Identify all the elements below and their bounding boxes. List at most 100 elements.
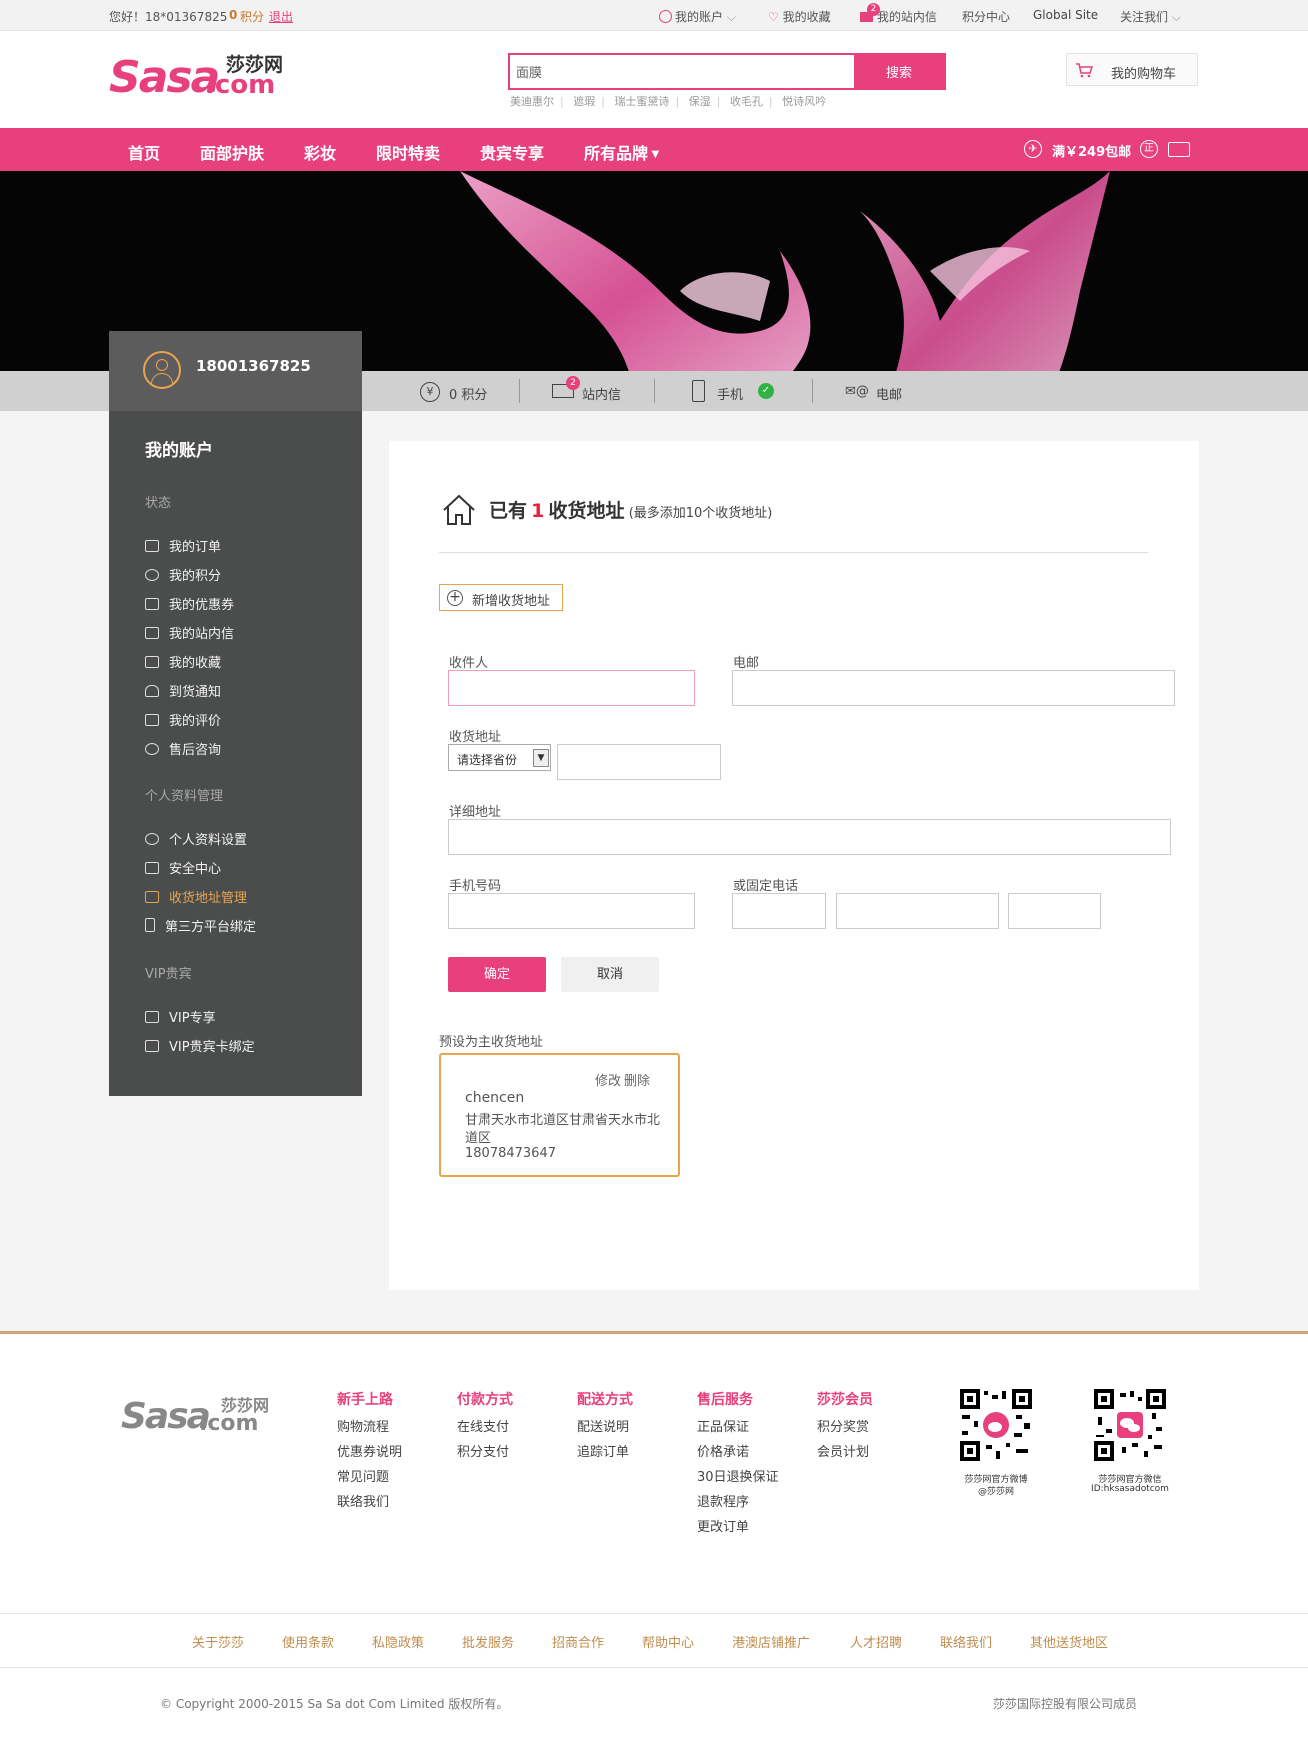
footer-link[interactable]: 价格承诺 (697, 1441, 749, 1460)
sidebar-item-label: 个人资料设置 (169, 833, 248, 848)
divider: | (675, 95, 680, 108)
sidebar-item-vip-exclusive[interactable]: VIP专享 (145, 1007, 216, 1026)
sidebar-item-arrival-notice[interactable]: 到货通知 (145, 681, 221, 700)
account-sidebar: 18001367825 我的账户 状态 我的订单 我的积分 我的优惠券 我的站内… (109, 331, 362, 1096)
bottom-link[interactable]: 联络我们 (940, 1632, 992, 1651)
sidebar-item-label: 我的积分 (169, 569, 222, 584)
email-input[interactable] (732, 670, 1175, 706)
add-address-button[interactable]: + 新增收货地址 (439, 584, 563, 611)
sidebar-item-points[interactable]: 我的积分 (145, 565, 221, 584)
bottom-link[interactable]: 私隐政策 (372, 1632, 424, 1651)
nav-makeup[interactable]: 彩妆 (304, 140, 336, 164)
hot-keyword[interactable]: 悦诗风吟 (782, 95, 826, 108)
footer-link[interactable]: 联络我们 (337, 1491, 389, 1510)
nav-all-brands[interactable]: 所有品牌 ▼ (584, 140, 659, 164)
sidebar-item-favorites[interactable]: 我的收藏 (145, 652, 221, 671)
footer-link[interactable]: 退款程序 (697, 1491, 749, 1510)
hot-keyword[interactable]: 瑞士蜜黛诗 (614, 95, 669, 108)
heart-icon: ♡ (768, 10, 779, 24)
landline-number-input[interactable] (836, 893, 999, 929)
bottom-link[interactable]: 其他送货地区 (1030, 1632, 1108, 1651)
bottom-link[interactable]: 港澳店铺推广 (732, 1632, 810, 1651)
nav-home[interactable]: 首页 (128, 140, 160, 164)
sidebar-item-orders[interactable]: 我的订单 (145, 536, 221, 555)
section-profile: 个人资料管理 (145, 789, 224, 804)
plus-circle-icon: + (447, 590, 463, 606)
stat-email[interactable]: 电邮 (876, 384, 902, 403)
my-account-menu[interactable]: 我的账户 ⌵ (659, 8, 736, 25)
sidebar-item-third-party[interactable]: 第三方平台绑定 (145, 916, 256, 935)
footer-link[interactable]: 30日退换保证 (697, 1466, 779, 1485)
sidebar-item-address-management[interactable]: 收货地址管理 (145, 887, 247, 906)
footer-link[interactable]: 正品保证 (697, 1416, 749, 1435)
favorites-link[interactable]: ♡ 我的收藏 (768, 8, 831, 25)
card-icon (145, 1040, 159, 1052)
sidebar-item-profile-settings[interactable]: 个人资料设置 (145, 829, 247, 848)
search-button[interactable]: 搜索 (854, 55, 944, 88)
global-site-link[interactable]: Global Site (1033, 8, 1098, 22)
landline-label: 或固定电话 (733, 879, 799, 894)
sidebar-item-vip-card[interactable]: VIP贵宾卡绑定 (145, 1036, 255, 1055)
recipient-input[interactable] (448, 670, 695, 706)
footer-link[interactable]: 常见问题 (337, 1466, 389, 1485)
top-bar: 您好！18*01367825 0 积分 退出 我的账户 ⌵ ♡ 我的收藏 2 我… (0, 0, 1308, 31)
footer-link[interactable]: 配送说明 (577, 1416, 629, 1435)
hot-keyword[interactable]: 收毛孔 (730, 95, 763, 108)
cancel-button[interactable]: 取消 (561, 957, 659, 992)
mobile-input[interactable] (448, 893, 695, 929)
bottom-link[interactable]: 使用条款 (282, 1632, 334, 1651)
city-input[interactable] (557, 744, 721, 780)
hot-keyword[interactable]: 遮瑕 (573, 95, 595, 108)
footer-link[interactable]: 追踪订单 (577, 1441, 629, 1460)
sidebar-item-reviews[interactable]: 我的评价 (145, 710, 221, 729)
nav-flash-sale[interactable]: 限时特卖 (376, 140, 440, 164)
sidebar-item-after-sales[interactable]: 售后咨询 (145, 739, 221, 758)
weibo-qr-code (960, 1389, 1032, 1461)
messages-link[interactable]: 2 我的站内信 (860, 3, 937, 25)
stat-points[interactable]: 0 积分 (449, 384, 487, 403)
follow-us-menu[interactable]: 关注我们 ⌵ (1120, 8, 1181, 25)
footer-link[interactable]: 优惠券说明 (337, 1441, 402, 1460)
stat-messages[interactable]: 站内信 (582, 384, 621, 403)
edit-address-link[interactable]: 修改 (595, 1070, 621, 1089)
bottom-link[interactable]: 关于莎莎 (192, 1632, 244, 1651)
footer-link[interactable]: 积分支付 (457, 1441, 509, 1460)
nav-skincare[interactable]: 面部护肤 (200, 140, 264, 164)
cart-button[interactable]: 我的购物车 (1066, 53, 1198, 86)
sidebar-item-label: VIP贵宾卡绑定 (169, 1040, 255, 1055)
footer-link[interactable]: 在线支付 (457, 1416, 509, 1435)
landline-extension-input[interactable] (1008, 893, 1101, 929)
confirm-button[interactable]: 确定 (448, 957, 546, 992)
sidebar-item-messages[interactable]: 我的站内信 (145, 623, 234, 642)
footer-link[interactable]: 会员计划 (817, 1441, 869, 1460)
bottom-link[interactable]: 招商合作 (552, 1632, 604, 1651)
hot-keyword[interactable]: 保湿 (689, 95, 711, 108)
sidebar-item-label: 我的收藏 (169, 656, 222, 671)
points-center-link[interactable]: 积分中心 (962, 8, 1010, 25)
coupon-icon (145, 598, 159, 610)
nav-vip[interactable]: 贵宾专享 (480, 140, 544, 164)
cart-icon (145, 540, 159, 552)
sidebar-item-coupons[interactable]: 我的优惠券 (145, 594, 234, 613)
footer-link[interactable]: 积分奖赏 (817, 1416, 869, 1435)
divider (812, 379, 813, 403)
search-input[interactable] (510, 55, 854, 88)
footer-link[interactable]: 购物流程 (337, 1416, 389, 1435)
logout-link[interactable]: 退出 (269, 8, 293, 25)
stat-phone[interactable]: 手机 (717, 384, 743, 403)
sidebar-item-security[interactable]: 安全中心 (145, 858, 221, 877)
main-nav: 首页 面部护肤 彩妆 限时特卖 贵宾专享 所有品牌 ▼ ✈ 满￥249包邮 正 (0, 128, 1308, 171)
province-select[interactable]: 请选择省份 ▼ (448, 744, 551, 771)
detail-address-input[interactable] (448, 819, 1171, 855)
bottom-link[interactable]: 人才招聘 (850, 1632, 902, 1651)
site-logo[interactable]: Sasa .com 莎莎网 (109, 52, 294, 103)
points-count: 0 (229, 8, 238, 22)
hot-keyword[interactable]: 美迪惠尔 (510, 95, 554, 108)
footer-link[interactable]: 更改订单 (697, 1516, 749, 1535)
delete-address-link[interactable]: 删除 (624, 1070, 650, 1089)
footer-col-title: 配送方式 (577, 1392, 633, 1408)
points-label[interactable]: 积分 (240, 8, 264, 25)
landline-area-code-input[interactable] (732, 893, 826, 929)
bottom-link[interactable]: 批发服务 (462, 1632, 514, 1651)
bottom-link[interactable]: 帮助中心 (642, 1632, 694, 1651)
